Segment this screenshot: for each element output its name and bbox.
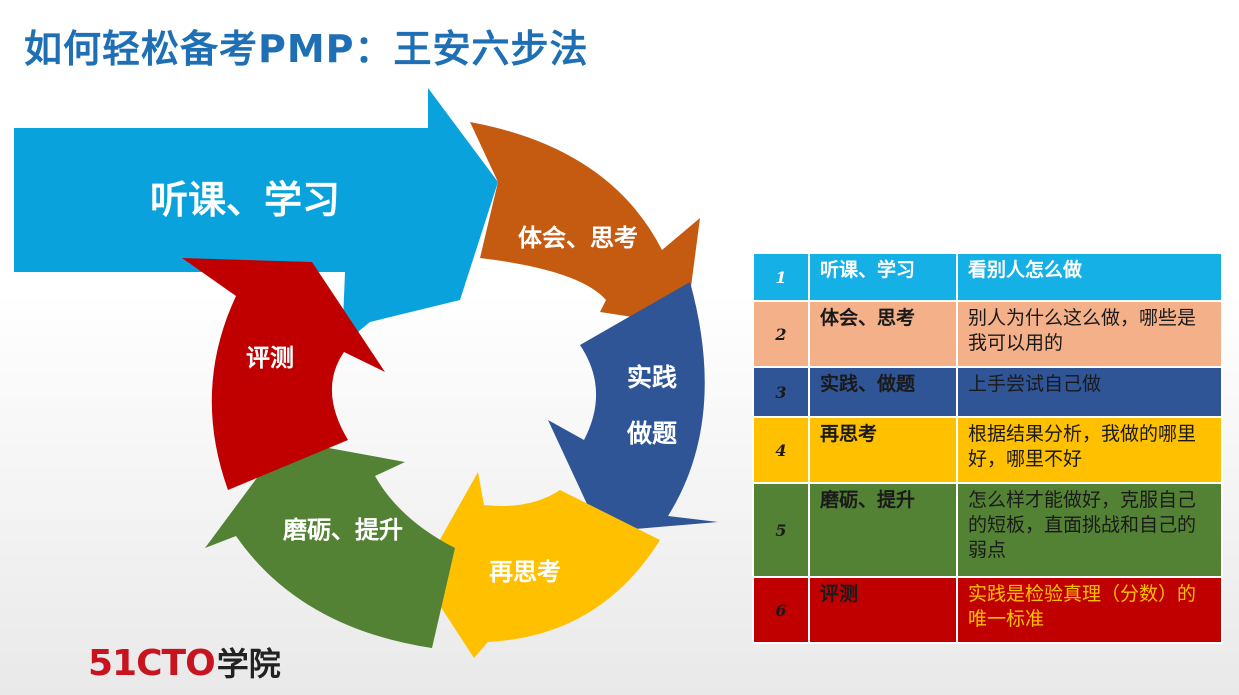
step-description: 上手尝试自己做 <box>956 366 1223 418</box>
step2-label: 体会、思考 <box>518 224 638 252</box>
table-row: 2 体会、思考 别人为什么这么做，哪些是我可以用的 <box>752 300 1223 368</box>
logo-brand: 51CTO <box>88 643 216 684</box>
step3-label-line1: 实践 <box>627 363 677 392</box>
step-name: 再思考 <box>808 416 958 484</box>
step1-label: 听课、学习 <box>150 178 340 222</box>
step4-label: 再思考 <box>489 558 561 586</box>
step-number: 2 <box>752 300 810 368</box>
step-name: 评测 <box>808 576 958 644</box>
logo-suffix: 学院 <box>216 645 281 683</box>
step-description: 实践是检验真理（分数）的唯一标准 <box>956 576 1223 644</box>
step3-label-line2: 做题 <box>626 419 677 448</box>
step-description: 别人为什么这么做，哪些是我可以用的 <box>956 300 1223 368</box>
steps-table: 1 听课、学习 看别人怎么做 2 体会、思考 别人为什么这么做，哪些是我可以用的… <box>752 252 1223 644</box>
step-name: 听课、学习 <box>808 252 958 302</box>
step-name: 磨砺、提升 <box>808 482 958 578</box>
step-number: 6 <box>752 576 810 644</box>
step3-arrow <box>548 282 718 532</box>
step-number: 4 <box>752 416 810 484</box>
step-name: 体会、思考 <box>808 300 958 368</box>
step-description: 根据结果分析，我做的哪里好，哪里不好 <box>956 416 1223 484</box>
step5-label: 磨砺、提升 <box>283 516 403 544</box>
step6-label: 评测 <box>246 344 294 372</box>
step-number: 3 <box>752 366 810 418</box>
step-description: 看别人怎么做 <box>956 252 1223 302</box>
step-description: 怎么样才能做好，克服自己的短板，直面挑战和自己的弱点 <box>956 482 1223 578</box>
step-name: 实践、做题 <box>808 366 958 418</box>
step-number: 1 <box>752 252 810 302</box>
step-number: 5 <box>752 482 810 578</box>
brand-logo: 51CTO学院 <box>88 646 281 682</box>
table-row: 4 再思考 根据结果分析，我做的哪里好，哪里不好 <box>752 416 1223 484</box>
table-row: 5 磨砺、提升 怎么样才能做好，克服自己的短板，直面挑战和自己的弱点 <box>752 482 1223 578</box>
six-step-cycle-diagram: 听课、学习 体会、思考 实践 做题 再思考 磨砺、提升 评测 <box>14 88 718 658</box>
table-row: 6 评测 实践是检验真理（分数）的唯一标准 <box>752 576 1223 644</box>
table-row: 3 实践、做题 上手尝试自己做 <box>752 366 1223 418</box>
table-row: 1 听课、学习 看别人怎么做 <box>752 252 1223 302</box>
